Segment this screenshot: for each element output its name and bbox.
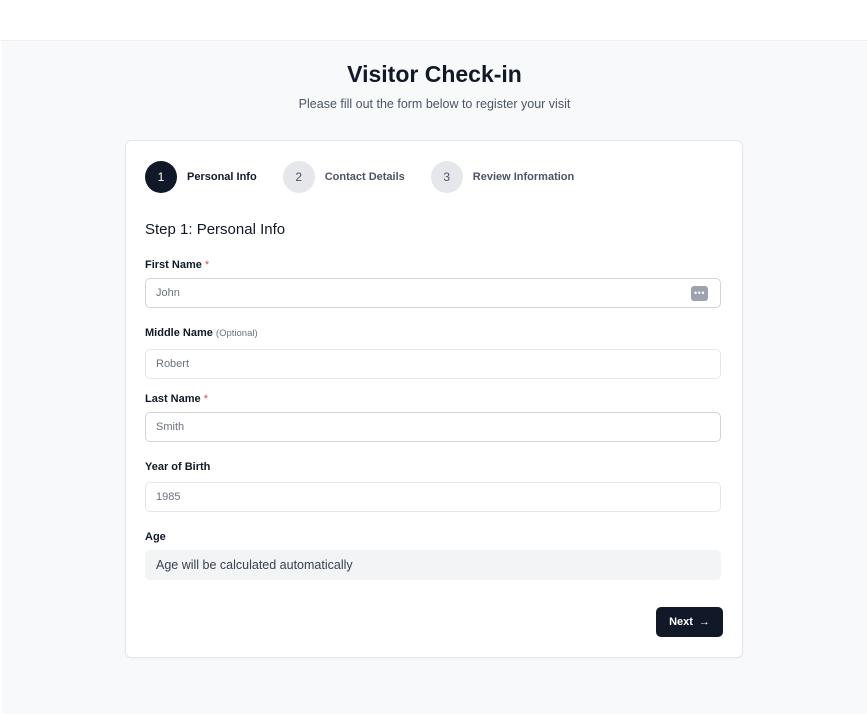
first-name-label: First Name *	[145, 259, 209, 271]
page-subtitle: Please fill out the form below to regist…	[298, 97, 571, 111]
step-label-contact-details: Contact Details	[324, 171, 405, 183]
last-name-input[interactable]: Smith	[145, 412, 721, 442]
autofill-dots-icon[interactable]: •••	[691, 285, 708, 301]
page-title: Visitor Check-in	[347, 61, 522, 87]
page-background: Visitor Check-in Please fill out the for…	[2, 41, 867, 714]
next-button-label: Next	[669, 616, 693, 628]
step-number-2: 2	[282, 161, 315, 193]
last-name-value: Smith	[156, 421, 185, 433]
step-review-information[interactable]: 3 Review Information	[430, 161, 575, 193]
year-of-birth-label-text: Year of Birth	[145, 461, 211, 473]
year-of-birth-input[interactable]: 1985	[145, 482, 721, 512]
arrow-right-icon: →	[698, 616, 710, 628]
optional-note: (Optional)	[215, 328, 258, 339]
step-heading: Step 1: Personal Info	[145, 221, 286, 238]
step-contact-details[interactable]: 2 Contact Details	[282, 161, 405, 193]
middle-name-label-text: Middle Name	[145, 327, 213, 339]
check-in-card: 1 Personal Info 2 Contact Details 3 Revi…	[125, 140, 743, 658]
first-name-value: John	[156, 287, 180, 299]
required-mark: *	[204, 259, 210, 271]
first-name-label-text: First Name	[145, 259, 202, 271]
age-label-text: Age	[145, 531, 166, 543]
step-label-personal-info: Personal Info	[187, 171, 257, 183]
step-number-3: 3	[430, 161, 463, 193]
middle-name-value: Robert	[156, 358, 190, 370]
first-name-input[interactable]: John •••	[145, 278, 721, 308]
middle-name-input[interactable]: Robert	[145, 349, 721, 379]
last-name-label: Last Name *	[145, 393, 208, 405]
year-of-birth-value: 1985	[156, 491, 181, 503]
stepper: 1 Personal Info 2 Contact Details 3 Revi…	[145, 161, 600, 193]
step-personal-info[interactable]: 1 Personal Info	[145, 161, 257, 193]
step-number-1: 1	[145, 161, 177, 193]
required-mark: *	[203, 393, 208, 405]
next-button[interactable]: Next →	[656, 607, 723, 637]
top-bar	[0, 0, 867, 41]
age-field: Age will be calculated automatically	[145, 550, 721, 580]
step-label-review-information: Review Information	[472, 171, 575, 183]
last-name-label-text: Last Name	[145, 393, 201, 405]
age-value: Age will be calculated automatically	[156, 558, 353, 572]
year-of-birth-label: Year of Birth	[145, 461, 210, 473]
middle-name-label: Middle Name (Optional)	[145, 327, 258, 339]
age-label: Age	[145, 531, 166, 543]
